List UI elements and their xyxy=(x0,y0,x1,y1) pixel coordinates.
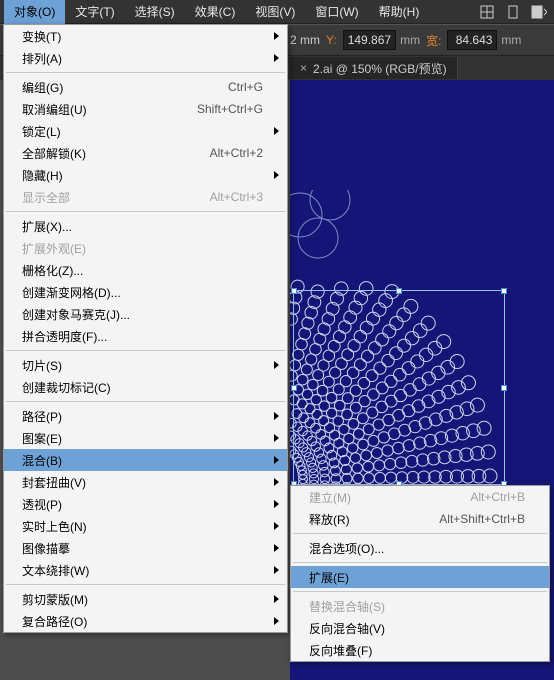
doc-icon[interactable] xyxy=(502,1,524,23)
selection-handle[interactable] xyxy=(501,288,507,294)
object-menu: 变换(T)排列(A) 编组(G)Ctrl+G取消编组(U)Shift+Ctrl+G… xyxy=(3,24,288,633)
y-label: Y: xyxy=(324,33,339,47)
menu-help[interactable]: 帮助(H) xyxy=(369,0,430,24)
menu-item[interactable]: 切片(S) xyxy=(4,354,287,376)
submenu-arrow-icon xyxy=(274,32,279,40)
w-label: 宽: xyxy=(424,32,443,49)
menu-item[interactable]: 创建裁切标记(C) xyxy=(4,376,287,398)
menu-window[interactable]: 窗口(W) xyxy=(305,0,368,24)
blend-submenu: 建立(M)Alt+Ctrl+B释放(R)Alt+Shift+Ctrl+B 混合选项… xyxy=(290,485,550,662)
menu-item[interactable]: 反向堆叠(F) xyxy=(291,639,549,661)
menu-item[interactable]: 扩展(E) xyxy=(291,566,549,588)
menu-item[interactable]: 栅格化(Z)... xyxy=(4,259,287,281)
submenu-arrow-icon xyxy=(274,54,279,62)
menu-item[interactable]: 实时上色(N) xyxy=(4,515,287,537)
menu-item[interactable]: 混合选项(O)... xyxy=(291,537,549,559)
submenu-arrow-icon xyxy=(274,478,279,486)
menu-item[interactable]: 编组(G)Ctrl+G xyxy=(4,76,287,98)
x-suffix: 2 mm xyxy=(290,33,320,47)
submenu-arrow-icon xyxy=(274,566,279,574)
y-input[interactable]: 149.867 xyxy=(343,30,396,50)
submenu-arrow-icon xyxy=(274,171,279,179)
menu-item[interactable]: 路径(P) xyxy=(4,405,287,427)
menu-item[interactable]: 创建渐变网格(D)... xyxy=(4,281,287,303)
tab-title: 2.ai @ 150% (RGB/预览) xyxy=(313,60,447,77)
menu-item[interactable]: 剪切蒙版(M) xyxy=(4,588,287,610)
menu-item[interactable]: 取消编组(U)Shift+Ctrl+G xyxy=(4,98,287,120)
menu-bar: 对象(O) 文字(T) 选择(S) 效果(C) 视图(V) 窗口(W) 帮助(H… xyxy=(0,0,554,24)
menu-item: 显示全部Alt+Ctrl+3 xyxy=(4,186,287,208)
menu-item[interactable]: 扩展(X)... xyxy=(4,215,287,237)
menu-effect[interactable]: 效果(C) xyxy=(185,0,246,24)
menu-item: 扩展外观(E) xyxy=(4,237,287,259)
submenu-arrow-icon xyxy=(274,412,279,420)
menu-type[interactable]: 文字(T) xyxy=(65,0,124,24)
submenu-arrow-icon xyxy=(274,127,279,135)
submenu-arrow-icon xyxy=(274,361,279,369)
menu-item[interactable]: 复合路径(O) xyxy=(4,610,287,632)
menu-item[interactable]: 隐藏(H) xyxy=(4,164,287,186)
menu-item[interactable]: 全部解锁(K)Alt+Ctrl+2 xyxy=(4,142,287,164)
w-input[interactable]: 84.643 xyxy=(447,30,497,50)
submenu-arrow-icon xyxy=(274,500,279,508)
menu-item: 建立(M)Alt+Ctrl+B xyxy=(291,486,549,508)
submenu-arrow-icon xyxy=(274,434,279,442)
menu-item[interactable]: 拼合透明度(F)... xyxy=(4,325,287,347)
menu-item[interactable]: 封套扭曲(V) xyxy=(4,471,287,493)
selection-box[interactable] xyxy=(293,290,505,485)
menu-object[interactable]: 对象(O) xyxy=(4,0,65,24)
selection-handle[interactable] xyxy=(291,288,297,294)
menu-item: 替换混合轴(S) xyxy=(291,595,549,617)
menu-item[interactable]: 图像描摹 xyxy=(4,537,287,559)
menu-item[interactable]: 创建对象马赛克(J)... xyxy=(4,303,287,325)
menu-item[interactable]: 反向混合轴(V) xyxy=(291,617,549,639)
document-tab[interactable]: × 2.ai @ 150% (RGB/预览) xyxy=(290,57,458,79)
menu-item[interactable]: 混合(B) xyxy=(4,449,287,471)
selection-handle[interactable] xyxy=(501,385,507,391)
menu-item[interactable]: 释放(R)Alt+Shift+Ctrl+B xyxy=(291,508,549,530)
submenu-arrow-icon xyxy=(274,456,279,464)
grid-icon[interactable] xyxy=(476,1,498,23)
layout-icon[interactable] xyxy=(528,1,550,23)
w-unit: mm xyxy=(501,33,521,47)
menu-item[interactable]: 透视(P) xyxy=(4,493,287,515)
menu-view[interactable]: 视图(V) xyxy=(245,0,305,24)
menu-select[interactable]: 选择(S) xyxy=(125,0,185,24)
submenu-arrow-icon xyxy=(274,617,279,625)
selection-handle[interactable] xyxy=(396,288,402,294)
menu-item[interactable]: 锁定(L) xyxy=(4,120,287,142)
selection-handle[interactable] xyxy=(291,385,297,391)
menu-item[interactable]: 变换(T) xyxy=(4,25,287,47)
submenu-arrow-icon xyxy=(274,595,279,603)
submenu-arrow-icon xyxy=(274,522,279,530)
menu-item[interactable]: 排列(A) xyxy=(4,47,287,69)
y-unit: mm xyxy=(400,33,420,47)
submenu-arrow-icon xyxy=(274,544,279,552)
menu-item[interactable]: 图案(E) xyxy=(4,427,287,449)
menu-item[interactable]: 文本绕排(W) xyxy=(4,559,287,581)
tab-close-icon[interactable]: × xyxy=(300,61,307,75)
